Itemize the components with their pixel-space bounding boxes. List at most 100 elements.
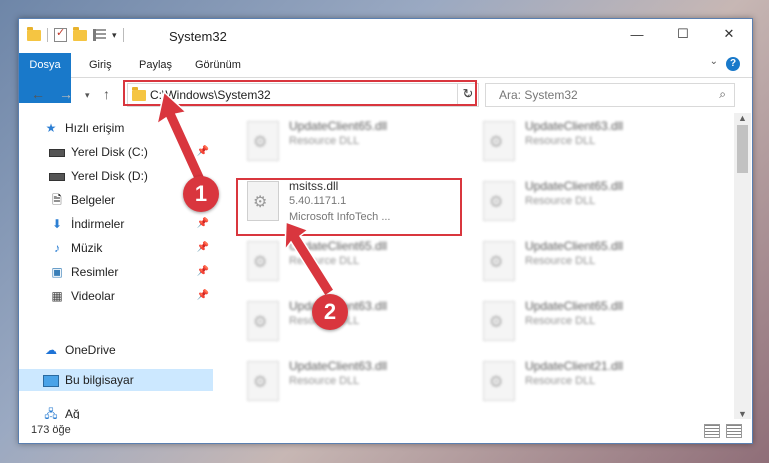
back-arrow-icon[interactable]: ← [31,86,45,102]
item-count: 173 öğe [31,424,71,436]
window-title: System32 [169,29,227,44]
disk-icon [49,165,65,187]
file-type: Resource DLL [525,195,596,207]
file-name: UpdateClient65.dll [289,239,388,253]
divider [47,28,48,42]
toolbar-dropdown-icon[interactable]: ▾ [112,30,117,41]
sidebar-item-pictures[interactable]: ▣ Resimler 📌 [49,261,213,283]
file-name: UpdateClient65.dll [525,179,624,193]
close-button[interactable]: ✕ [706,19,752,49]
file-name: UpdateClient21.dll [525,359,624,373]
pin-icon: 📌 [196,266,209,277]
quick-access-toolbar: ▾ [27,26,124,42]
tab-share[interactable]: Paylaş [139,53,172,77]
pin-icon: 📌 [196,218,209,229]
step-2-badge: 2 [312,294,348,330]
file-type: Resource DLL [525,255,596,267]
file-name: UpdateClient65.dll [525,239,624,253]
disk-icon [49,141,65,163]
list-item[interactable]: UpdateClient21.dll Resource DLL [477,357,707,407]
dll-file-icon [247,121,279,161]
sidebar-item-label: Belgeler [71,193,116,207]
list-item[interactable]: UpdateClient65.dll Resource DLL [477,237,707,287]
tab-home[interactable]: Giriş [89,53,112,77]
forward-arrow-icon[interactable]: → [59,86,73,102]
download-icon: ⬇ [51,217,63,231]
dll-file-icon [483,241,515,281]
file-type: Resource DLL [289,375,360,387]
list-item[interactable]: UpdateClient63.dll Resource DLL [241,357,471,407]
cloud-icon: ☁ [45,343,57,357]
details-view-icon[interactable] [704,424,720,438]
customize-icon[interactable] [93,29,106,41]
list-item[interactable]: UpdateClient65.dll Resource DLL [241,237,471,287]
tab-view[interactable]: Görünüm [195,53,241,77]
sidebar-item-label: Hızlı erişim [65,121,125,135]
maximize-button[interactable]: ☐ [660,19,706,49]
sidebar-item-label: Yerel Disk (D:) [71,169,148,183]
list-item[interactable]: UpdateClient65.dll Resource DLL [241,117,471,167]
dll-file-icon [483,361,515,401]
vertical-scrollbar[interactable]: ▲ ▼ [734,113,751,419]
sidebar-item-this-pc[interactable]: Bu bilgisayar [19,369,213,391]
step-1-badge: 1 [183,176,219,212]
file-name: UpdateClient63.dll [525,119,624,133]
pictures-icon: ▣ [51,265,63,279]
computer-icon [43,369,59,391]
sidebar-item-label: Resimler [71,265,119,279]
dll-file-icon [247,361,279,401]
pin-icon: 📌 [196,242,209,253]
dll-file-icon [483,301,515,341]
search-input[interactable]: Ara: System32 ⌕ [485,83,735,107]
sidebar-item-disk-c[interactable]: Yerel Disk (C:) 📌 [49,141,213,163]
status-bar: 173 öğe [19,419,752,443]
list-item[interactable]: UpdateClient65.dll Resource DLL [477,297,707,347]
dll-file-icon [247,301,279,341]
scroll-up-icon[interactable]: ▲ [738,113,747,123]
sidebar-item-music[interactable]: ♪ Müzik 📌 [49,237,213,259]
properties-check-icon[interactable] [54,26,67,42]
videos-icon: ▦ [51,289,63,303]
folder-icon [27,26,41,41]
list-item[interactable]: UpdateClient65.dll Resource DLL [477,177,707,227]
search-icon[interactable]: ⌕ [719,87,726,102]
sidebar-item-label: Videolar [71,289,115,303]
sidebar-item-label: Bu bilgisayar [65,373,134,387]
music-icon: ♪ [54,241,60,255]
file-name: UpdateClient65.dll [289,119,388,133]
address-highlight-box [123,80,477,106]
minimize-button[interactable]: — [614,19,660,49]
star-icon: ★ [45,121,57,135]
file-type: Resource DLL [525,135,596,147]
ribbon-tabs: Dosya Giriş Paylaş Görünüm ⌄ ? [19,53,752,103]
sidebar-item-label: Yerel Disk (C:) [71,145,148,159]
expand-ribbon-icon[interactable]: ⌄ [710,56,718,67]
file-type: Resource DLL [289,135,360,147]
file-type: Resource DLL [525,315,596,327]
sidebar-item-label: Müzik [71,241,103,255]
dll-file-icon [483,181,515,221]
sidebar-item-onedrive[interactable]: ☁ OneDrive [43,339,116,361]
sidebar-item-videos[interactable]: ▦ Videolar 📌 [49,285,213,307]
help-button[interactable]: ? [726,57,740,71]
sidebar-item-downloads[interactable]: ⬇ İndirmeler 📌 [49,213,213,235]
pin-icon: 📌 [196,146,209,157]
list-item[interactable]: UpdateClient63.dll Resource DLL [477,117,707,167]
file-list: UpdateClient65.dll Resource DLL UpdateCl… [221,113,731,413]
up-arrow-icon[interactable]: ↑ [103,86,110,102]
list-item[interactable]: UpdateClient63.dll Resource DLL [241,297,471,347]
sidebar-item-quick-access[interactable]: ★ Hızlı erişim [43,117,125,139]
scrollbar-thumb[interactable] [737,125,748,173]
new-folder-icon[interactable] [73,26,87,41]
scroll-down-icon[interactable]: ▼ [738,409,747,419]
large-icons-view-icon[interactable] [726,424,742,438]
divider [122,28,124,42]
dll-file-icon [483,121,515,161]
dll-file-icon [247,241,279,281]
recent-locations-icon[interactable]: ▾ [85,90,90,101]
file-highlight-box [236,178,462,236]
title-bar: ▾ System32 — ☐ ✕ [19,19,752,53]
file-type: Resource DLL [289,255,360,267]
sidebar-item-label: OneDrive [65,343,116,357]
navigation-pane: ★ Hızlı erişim Yerel Disk (C:) 📌 Yerel Di… [19,113,215,421]
